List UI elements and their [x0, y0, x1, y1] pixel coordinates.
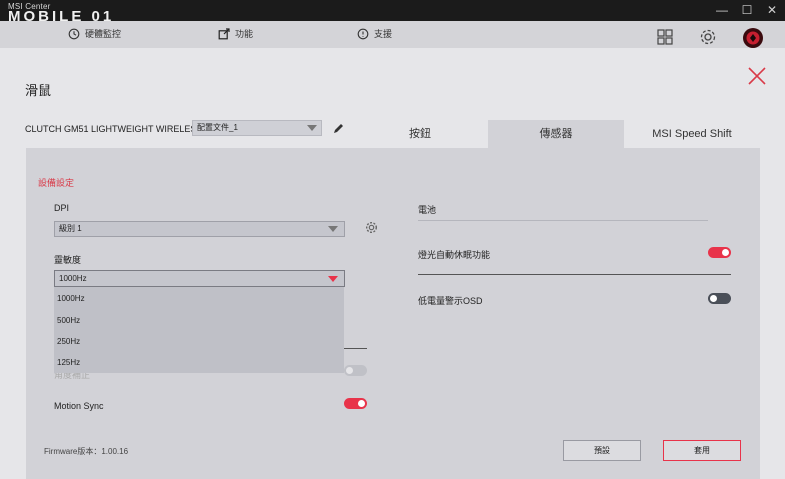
motion-sync-label: Motion Sync — [54, 401, 104, 411]
minimize-button[interactable]: — — [712, 3, 732, 17]
grid-icon[interactable] — [657, 29, 673, 45]
export-icon — [218, 27, 230, 39]
close-window-button[interactable]: ✕ — [762, 3, 782, 17]
nav-features[interactable]: 功能 — [218, 27, 253, 40]
polling-option[interactable]: 125Hz — [57, 358, 80, 367]
nav-support[interactable]: 支援 — [357, 27, 392, 40]
gear-icon[interactable] — [699, 28, 717, 46]
nav-support-label: 支援 — [374, 29, 393, 39]
hidden-setting-toggle[interactable] — [344, 365, 367, 376]
chevron-down-icon — [328, 226, 338, 232]
tab-buttons[interactable]: 按鈕 — [352, 120, 488, 148]
polling-option[interactable]: 250Hz — [57, 337, 80, 346]
support-icon — [357, 28, 369, 39]
polling-select[interactable]: 1000Hz — [54, 270, 345, 287]
apply-button[interactable]: 套用 — [663, 440, 741, 461]
page-title: 滑鼠 — [25, 83, 52, 98]
low-battery-osd-label: 低電量警示OSD — [418, 296, 483, 306]
divider — [418, 274, 731, 275]
section-label: 設備設定 — [38, 178, 75, 188]
polling-option[interactable]: 500Hz — [57, 316, 80, 325]
tab-sensor[interactable]: 傳感器 — [488, 120, 624, 148]
profile-select[interactable]: 配置文件_1 — [192, 120, 322, 136]
clock-icon — [68, 28, 80, 39]
battery-label: 電池 — [418, 205, 437, 215]
device-name: CLUTCH GM51 LIGHTWEIGHT WIRELESS — [25, 124, 203, 134]
dpi-settings-gear-icon[interactable] — [365, 221, 378, 234]
nav-hardware-monitor[interactable]: 硬體監控 — [68, 27, 121, 40]
motion-sync-toggle[interactable] — [344, 398, 367, 409]
title-bar — [0, 0, 785, 21]
maximize-button[interactable]: ☐ — [737, 3, 757, 17]
nav-features-label: 功能 — [235, 29, 254, 39]
dpi-select[interactable]: 級別 1 — [54, 221, 345, 237]
tab-speed-shift[interactable]: MSI Speed Shift — [624, 120, 760, 148]
pencil-icon[interactable] — [332, 122, 345, 135]
chevron-down-icon — [328, 276, 338, 282]
divider — [344, 348, 367, 349]
chevron-down-icon — [307, 125, 317, 131]
battery-bar — [418, 220, 708, 221]
profile-select-value: 配置文件_1 — [197, 123, 238, 132]
polling-select-value: 1000Hz — [59, 274, 87, 283]
nav-hardware-monitor-label: 硬體監控 — [85, 29, 122, 39]
polling-option[interactable]: 1000Hz — [57, 294, 85, 303]
firmware-version: Firmware版本：1.00.16 — [44, 447, 129, 456]
close-icon[interactable] — [746, 65, 768, 87]
default-button[interactable]: 預設 — [563, 440, 641, 461]
low-battery-osd-toggle[interactable] — [708, 293, 731, 304]
auto-sleep-toggle[interactable] — [708, 247, 731, 258]
polling-dropdown-list: 1000Hz 500Hz 250Hz 125Hz — [54, 287, 344, 373]
dpi-label: DPI — [54, 203, 70, 213]
polling-label: 靈敏度 — [54, 255, 82, 265]
auto-sleep-label: 燈光自動休眠功能 — [418, 250, 491, 260]
dpi-select-value: 級別 1 — [59, 224, 82, 233]
avatar[interactable] — [742, 27, 764, 49]
